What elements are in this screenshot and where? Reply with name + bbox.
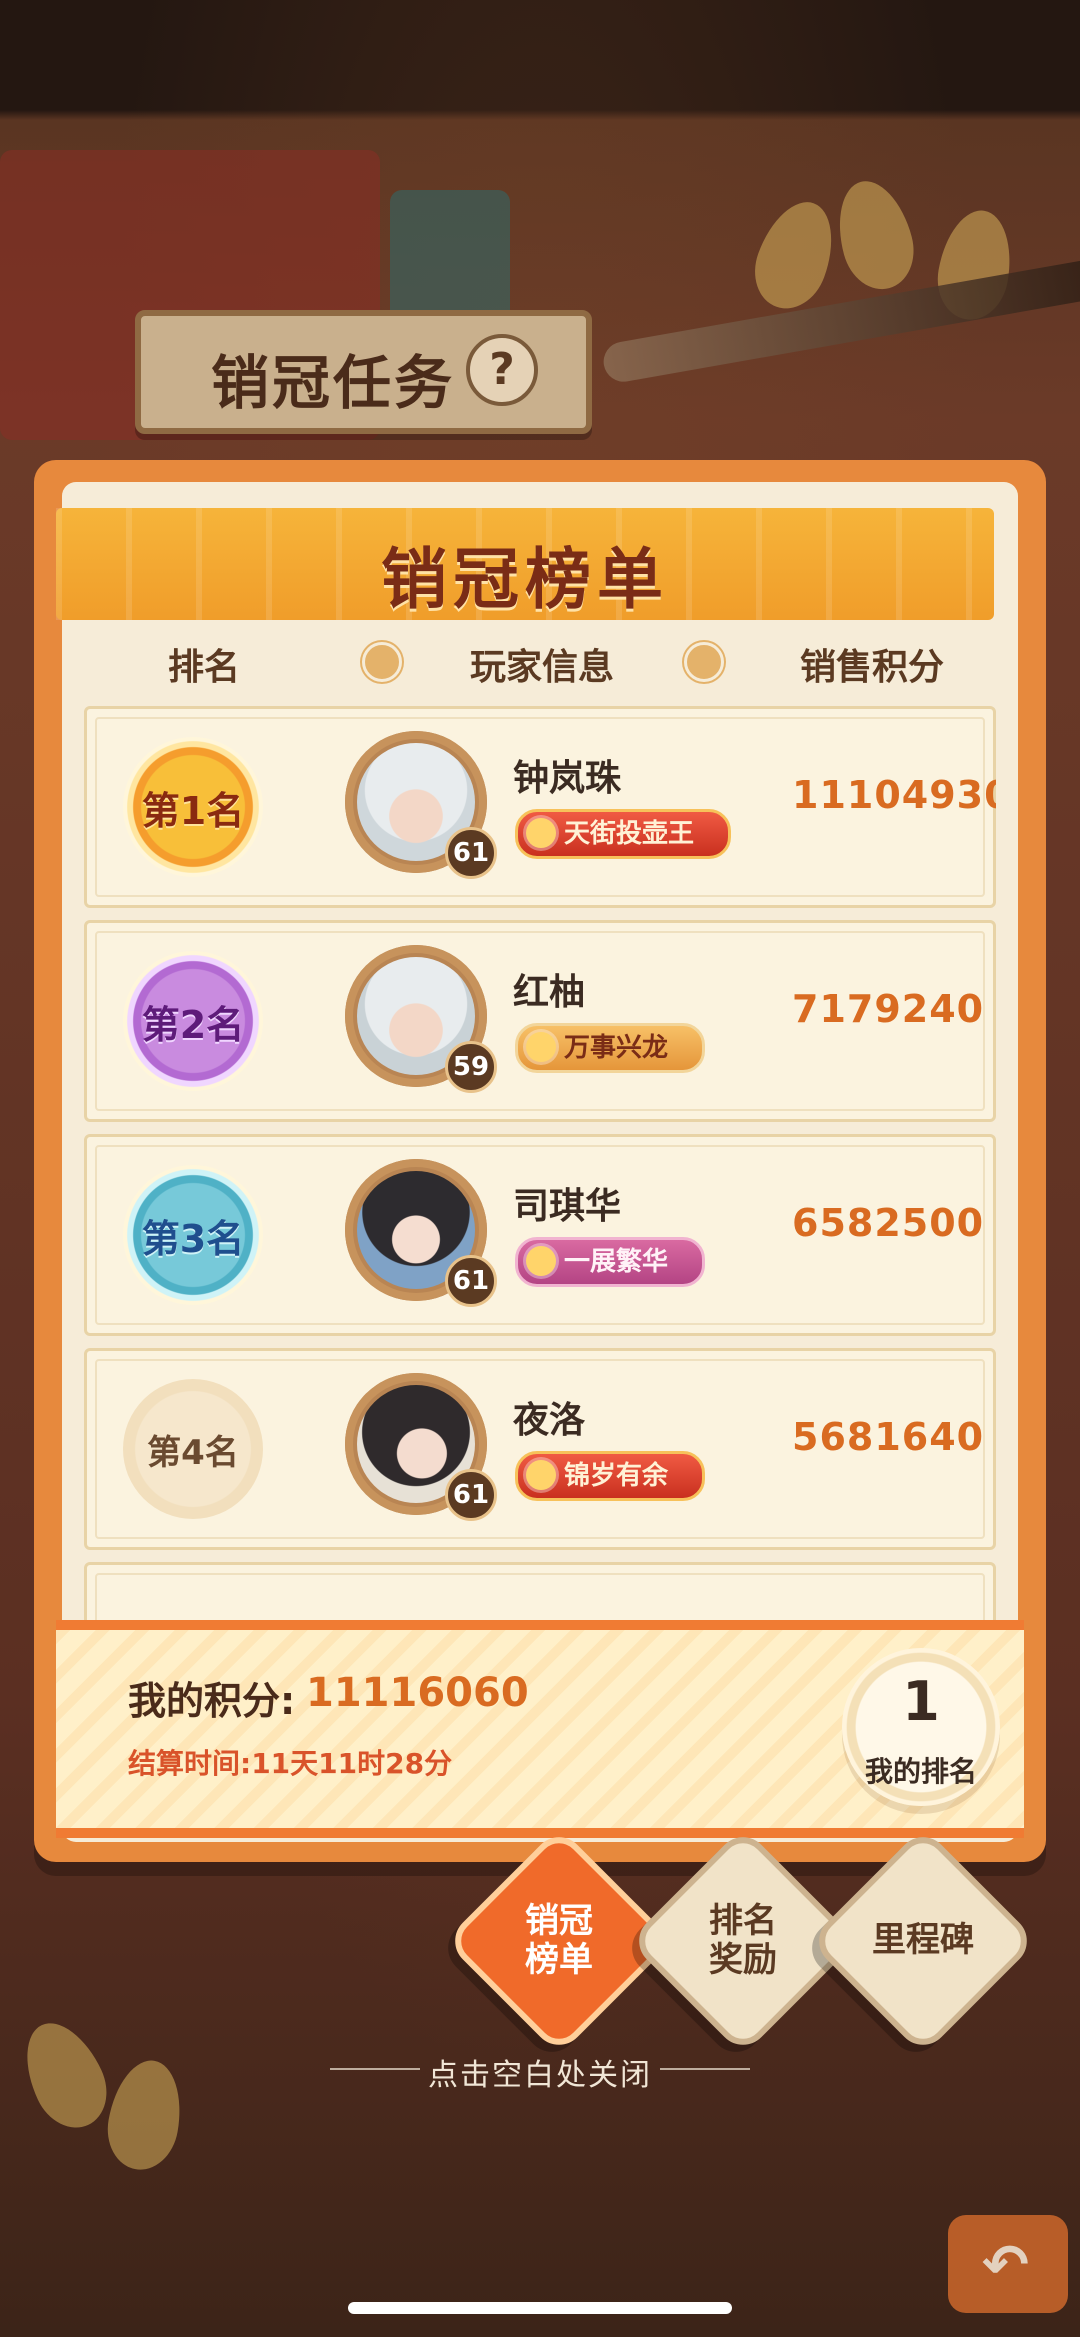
rank-label: 第4名 (147, 1432, 239, 1473)
flower-icon (684, 642, 724, 682)
task-banner-title: 销冠任务 (211, 349, 456, 417)
rank-badge: 第2名 (123, 951, 263, 1091)
title-badge: 天街投壶王 (515, 809, 732, 859)
my-score-bar: 我的积分: 11116060 结算时间:11天11时28分 1 我的排名 (56, 1620, 1024, 1838)
rank-label: 第1名 (141, 788, 245, 833)
hint-divider-right (660, 2068, 750, 2070)
rank-badge: 第4名 (123, 1379, 263, 1519)
title-text: 天街投壶王 (564, 819, 695, 849)
player-name: 红柚 (513, 972, 586, 1013)
title-badge: 锦岁有余 (515, 1451, 706, 1501)
leaderboard-row[interactable] (84, 1562, 996, 1620)
back-button[interactable]: ↶ (948, 2215, 1068, 2313)
task-banner: 销冠任务 ? (135, 310, 592, 434)
tab-label: 销冠 榜单 (525, 1900, 593, 1980)
close-hint[interactable]: 点击空白处关闭 (0, 2050, 1080, 2094)
tab-label: 里程碑 (872, 1920, 974, 1961)
level-badge: 61 (445, 827, 497, 879)
column-player-info: 玩家信息 (470, 647, 615, 688)
level-badge: 61 (445, 1255, 497, 1307)
level-badge: 61 (445, 1469, 497, 1521)
leaderboard-row[interactable]: 第4名 61 夜洛 锦岁有余 5681640 (84, 1348, 996, 1550)
leaderboard-title: 销冠榜单 (381, 541, 669, 618)
row-border (95, 1573, 985, 1620)
rank-label: 第2名 (141, 1002, 245, 1047)
title-icon (526, 1246, 556, 1276)
sales-score: 5681640 (792, 1415, 985, 1459)
my-score-value: 11116060 (306, 1670, 529, 1716)
leaderboard-row[interactable]: 第1名 61 钟岚珠 天街投壶王 11104930 (84, 706, 996, 908)
leaderboard-row[interactable]: 第3名 61 司琪华 一展繁华 6582500 (84, 1134, 996, 1336)
my-rank-value: 1 (902, 1670, 940, 1733)
leaderboard-header: 销冠榜单 (56, 508, 994, 620)
sales-score: 11104930 (792, 773, 996, 817)
player-name: 夜洛 (513, 1400, 586, 1441)
sales-score: 7179240 (792, 987, 985, 1031)
back-icon: ↶ (982, 2233, 1029, 2298)
tab-label: 排名 奖励 (709, 1900, 777, 1980)
level-badge: 59 (445, 1041, 497, 1093)
title-icon (526, 1460, 556, 1490)
title-icon (526, 1032, 556, 1062)
settle-time: 结算时间:11天11时28分 (128, 1747, 453, 1780)
column-score: 销售积分 (800, 647, 945, 688)
my-rank-label: 我的排名 (864, 1755, 977, 1788)
flower-icon (362, 642, 402, 682)
title-badge: 一展繁华 (515, 1237, 706, 1287)
rank-badge: 第3名 (123, 1165, 263, 1305)
my-score-label: 我的积分: (128, 1679, 296, 1723)
column-rank: 排名 (168, 647, 241, 688)
rank-label: 第3名 (141, 1216, 245, 1261)
sales-score: 6582500 (792, 1201, 985, 1245)
my-rank-badge: 1 我的排名 (842, 1648, 1000, 1806)
bg-box-decor (390, 190, 510, 330)
player-name: 司琪华 (513, 1186, 622, 1227)
title-text: 万事兴龙 (564, 1033, 669, 1063)
player-name: 钟岚珠 (513, 758, 622, 799)
leaderboard-row[interactable]: 第2名 59 红柚 万事兴龙 7179240 (84, 920, 996, 1122)
home-indicator[interactable] (348, 2302, 732, 2314)
title-icon (526, 818, 556, 848)
title-badge: 万事兴龙 (515, 1023, 706, 1073)
title-text: 锦岁有余 (564, 1461, 669, 1491)
leaderboard-list[interactable]: 第1名 61 钟岚珠 天街投壶王 11104930 第2名 59 红柚 万事兴龙… (56, 700, 996, 1620)
column-headers: 排名 玩家信息 销售积分 (56, 628, 994, 698)
rank-badge: 第1名 (123, 737, 263, 877)
question-icon[interactable]: ? (466, 334, 538, 406)
title-text: 一展繁华 (564, 1247, 669, 1277)
